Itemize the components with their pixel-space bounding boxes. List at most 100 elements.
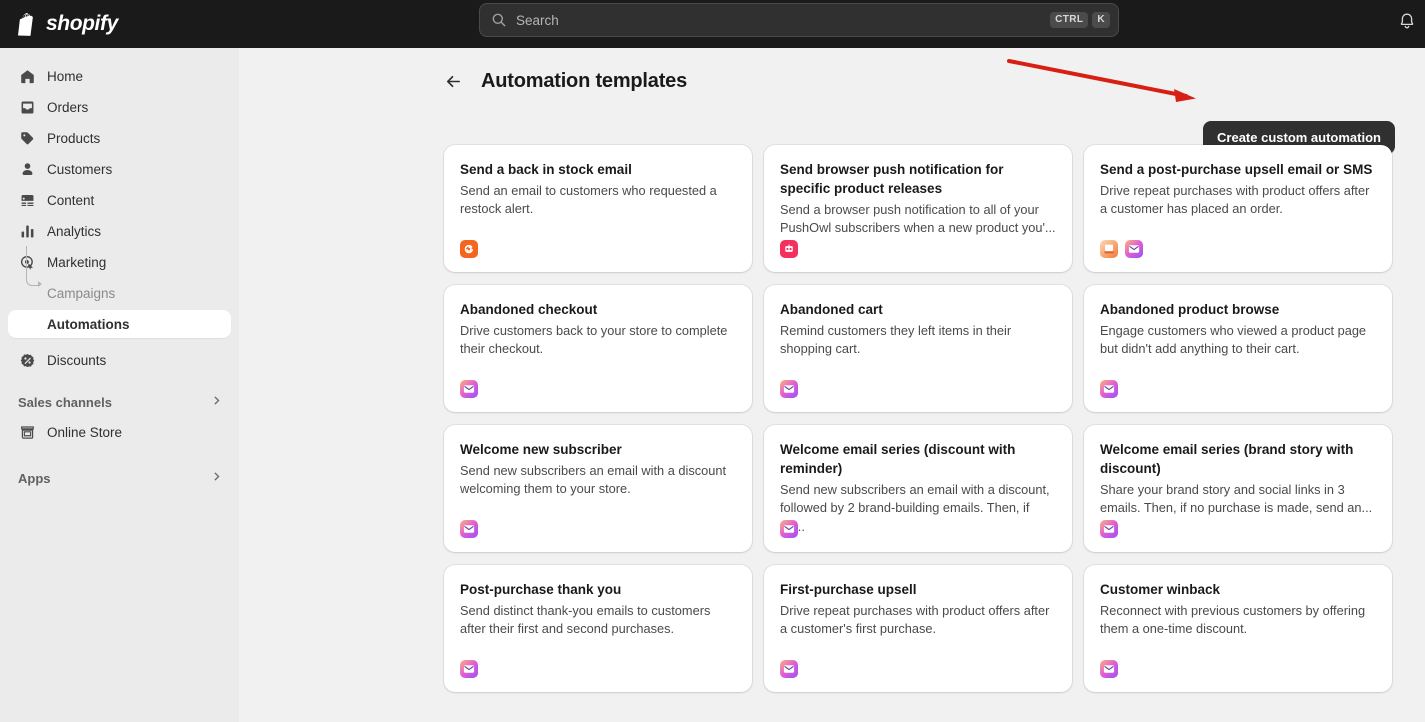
email-icon — [460, 380, 478, 398]
template-card-description: Reconnect with previous customers by off… — [1100, 603, 1366, 637]
template-card-title: Abandoned product browse — [1100, 302, 1280, 317]
automation-template-card[interactable]: Welcome email series (brand story with d… — [1084, 425, 1392, 552]
sidebar-item-campaigns[interactable]: Campaigns — [8, 279, 231, 307]
sidebar-section-apps[interactable]: Apps — [8, 464, 231, 492]
template-card-description: Drive repeat purchases with product offe… — [1100, 183, 1370, 217]
automation-template-card[interactable]: Send a back in stock email Send an email … — [444, 145, 752, 272]
sidebar-item-discounts[interactable]: Discounts — [8, 346, 231, 374]
marketing-target-icon — [18, 253, 36, 271]
template-card-icons — [780, 380, 798, 398]
automation-template-card[interactable]: Welcome new subscriber Send new subscribe… — [444, 425, 752, 552]
template-card-title: Welcome new subscriber — [460, 442, 622, 457]
sidebar-item-products-label: Products — [47, 130, 101, 146]
sidebar-section-sales-channels[interactable]: Sales channels — [8, 388, 231, 416]
template-card-description: Send a browser push notification to all … — [780, 202, 1056, 236]
email-icon — [1100, 380, 1118, 398]
template-card-icons — [460, 380, 478, 398]
email-icon — [1125, 240, 1143, 258]
email-icon — [460, 520, 478, 538]
template-card-title: Abandoned cart — [780, 302, 883, 317]
template-card-title: Send browser push notification for speci… — [780, 162, 1004, 197]
sidebar: Home Orders Products Customers Content A… — [0, 48, 239, 722]
image-icon — [18, 191, 36, 209]
sms-icon — [1100, 240, 1118, 258]
automation-template-card[interactable]: Send browser push notification for speci… — [764, 145, 1072, 272]
page-header: Automation templates — [444, 70, 687, 93]
template-card-description: Engage customers who viewed a product pa… — [1100, 323, 1367, 357]
template-card-title: Welcome email series (discount with remi… — [780, 442, 1016, 477]
sidebar-item-content-label: Content — [47, 192, 95, 208]
template-card-description: Send an email to customers who requested… — [460, 183, 717, 217]
automation-template-card[interactable]: First-purchase upsell Drive repeat purcha… — [764, 565, 1072, 692]
template-card-icons — [780, 660, 798, 678]
shopify-bag-logo-icon — [18, 12, 33, 36]
top-bar: shopify Search CTRL K — [0, 0, 1425, 48]
template-card-title: Abandoned checkout — [460, 302, 598, 317]
sidebar-item-home[interactable]: Home — [8, 62, 231, 90]
shortcut-key-ctrl: CTRL — [1050, 12, 1089, 28]
template-card-icons — [1100, 380, 1118, 398]
shopify-admin-page: shopify Search CTRL K Home Orders Produc… — [0, 0, 1425, 722]
automation-template-card[interactable]: Abandoned checkout Drive customers back t… — [444, 285, 752, 412]
sidebar-item-home-label: Home — [47, 68, 84, 84]
template-card-title: Customer winback — [1100, 582, 1221, 597]
notifications-button[interactable] — [1397, 12, 1423, 38]
automation-template-card[interactable]: Send a post-purchase upsell email or SMS… — [1084, 145, 1392, 272]
template-card-title: Welcome email series (brand story with d… — [1100, 442, 1354, 477]
sidebar-item-marketing[interactable]: Marketing — [8, 248, 231, 276]
template-card-title: Send a post-purchase upsell email or SMS — [1100, 162, 1373, 177]
automation-template-card[interactable]: Customer winback Reconnect with previous … — [1084, 565, 1392, 692]
main-content: Automation templates Create custom autom… — [239, 48, 1425, 722]
search-placeholder: Search — [516, 12, 559, 28]
sidebar-item-automations-label: Automations — [47, 316, 130, 332]
sidebar-item-content[interactable]: Content — [8, 186, 231, 214]
template-card-icons — [1100, 660, 1118, 678]
back-button[interactable] — [444, 72, 463, 91]
automation-template-card[interactable]: Abandoned product browse Engage customers… — [1084, 285, 1392, 412]
bell-icon — [1400, 13, 1414, 29]
template-card-description: Drive repeat purchases with product offe… — [780, 603, 1050, 637]
automation-template-card[interactable]: Welcome email series (discount with remi… — [764, 425, 1072, 552]
shopify-logo[interactable]: shopify — [18, 12, 118, 36]
template-card-icons — [1100, 240, 1143, 258]
template-card-description: Send new subscribers an email with a dis… — [460, 463, 727, 497]
template-card-icons — [780, 240, 798, 258]
orders-inbox-icon — [18, 98, 36, 116]
automation-template-card[interactable]: Post-purchase thank you Send distinct tha… — [444, 565, 752, 692]
sidebar-item-orders[interactable]: Orders — [8, 93, 231, 121]
sidebar-item-campaigns-label: Campaigns — [47, 285, 116, 301]
search-container[interactable]: Search CTRL K — [479, 3, 1119, 37]
brand-name: shopify — [46, 12, 118, 35]
template-card-description: Drive customers back to your store to co… — [460, 323, 728, 357]
email-icon — [1100, 520, 1118, 538]
sidebar-item-marketing-label: Marketing — [47, 254, 107, 270]
home-icon — [18, 67, 36, 85]
search-shortcut: CTRL K — [1050, 12, 1110, 28]
template-card-description: Send new subscribers an email with a dis… — [780, 482, 1050, 533]
sidebar-item-orders-label: Orders — [47, 99, 89, 115]
search-input[interactable]: Search CTRL K — [479, 3, 1119, 37]
template-card-title: Send a back in stock email — [460, 162, 632, 177]
template-card-icons — [460, 240, 478, 258]
template-card-title: Post-purchase thank you — [460, 582, 622, 597]
person-icon — [18, 160, 36, 178]
bar-chart-icon — [18, 222, 36, 240]
sidebar-item-online-store-label: Online Store — [47, 424, 123, 440]
template-card-icons — [780, 520, 798, 538]
template-card-title: First-purchase upsell — [780, 582, 917, 597]
tag-icon — [18, 129, 36, 147]
annotation-red-arrow — [1007, 59, 1196, 102]
sidebar-item-automations[interactable]: Automations — [8, 310, 231, 338]
template-card-description: Remind customers they left items in thei… — [780, 323, 1012, 357]
sidebar-item-products[interactable]: Products — [8, 124, 231, 152]
sidebar-item-discounts-label: Discounts — [47, 352, 107, 368]
sidebar-item-online-store[interactable]: Online Store — [8, 418, 231, 446]
chevron-right-icon — [210, 394, 223, 410]
sidebar-item-customers[interactable]: Customers — [8, 155, 231, 183]
template-card-description: Share your brand story and social links … — [1100, 482, 1373, 516]
automation-template-card[interactable]: Abandoned cart Remind customers they left… — [764, 285, 1072, 412]
sales-channels-label: Sales channels — [18, 394, 112, 410]
email-icon — [1100, 660, 1118, 678]
chevron-right-icon — [210, 470, 223, 486]
sidebar-item-analytics[interactable]: Analytics — [8, 217, 231, 245]
